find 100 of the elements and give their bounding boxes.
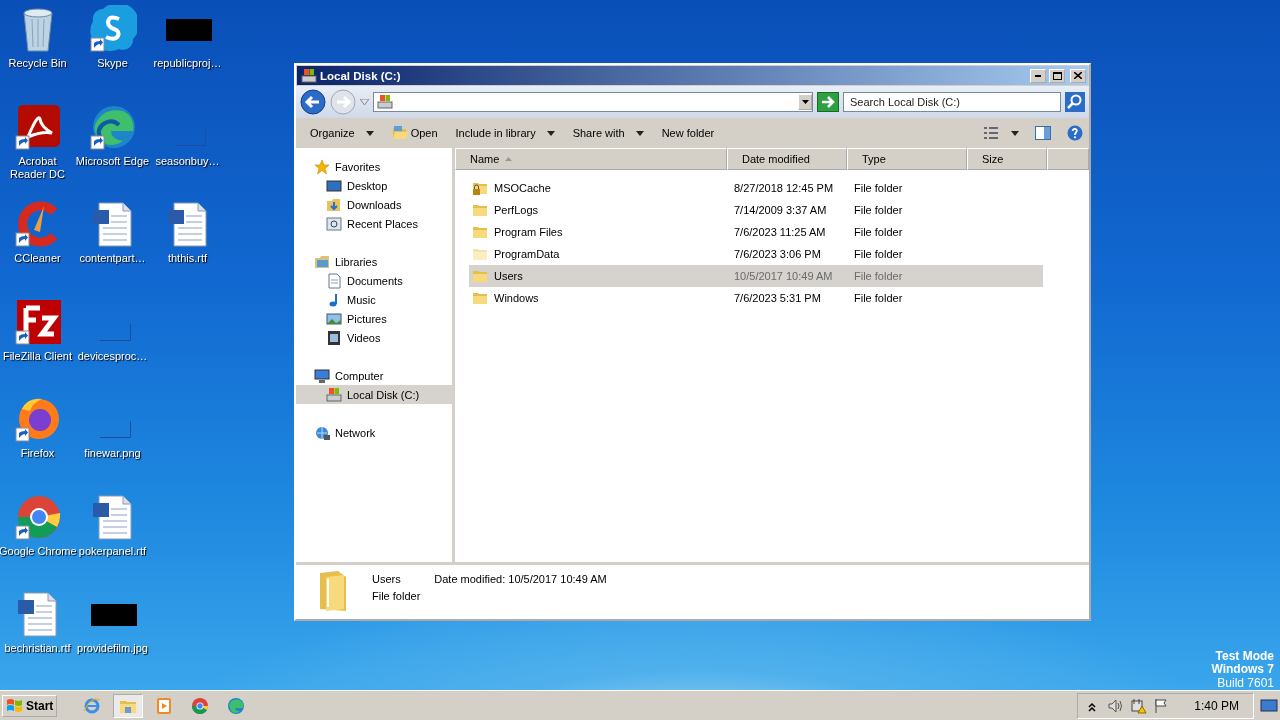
date-modified: 7/6/2023 5:31 PM [734, 292, 822, 304]
file-row[interactable]: MSOCache 8/27/2018 12:45 PM File folder [469, 177, 1043, 199]
nav-item[interactable]: Favorites [296, 157, 452, 176]
taskbar-app-button[interactable] [113, 693, 144, 718]
column-header[interactable]: Type [847, 148, 967, 170]
show-desktop-icon[interactable] [1260, 697, 1278, 714]
toolbar-button[interactable]: Organize [302, 124, 382, 142]
search-icon[interactable] [1065, 92, 1085, 112]
desktop-icon-label[interactable]: Firefox [20, 447, 55, 460]
windows-logo-icon [6, 697, 24, 714]
desktop-icon-label[interactable]: contentpart… [79, 252, 146, 265]
close-icon [1074, 72, 1082, 79]
selected-item-type: File folder [372, 590, 421, 602]
column-header[interactable]: Size [967, 148, 1047, 170]
chrome-icon [191, 696, 210, 715]
column-header[interactable]: Date modified [727, 148, 847, 170]
desktop-icon-label[interactable]: Recycle Bin [8, 57, 67, 70]
dropdown-caret-icon [365, 130, 374, 136]
system-watermark-text: Test Mode [1215, 649, 1274, 663]
nav-item[interactable]: Music [296, 290, 452, 309]
downloads-folder-icon [326, 196, 342, 213]
address-bar[interactable] [373, 92, 813, 112]
file-row[interactable]: Windows 7/6/2023 5:31 PM File folder [469, 287, 1043, 309]
desktop-icon-label[interactable]: Acrobat Reader DC [7, 154, 68, 181]
nav-item[interactable]: Downloads [296, 195, 452, 214]
desktop-icon-label[interactable]: devicesproc… [77, 349, 148, 363]
nav-item[interactable]: Recent Places [296, 214, 452, 233]
nav-item[interactable]: Desktop [296, 176, 452, 195]
desktop-icon-label[interactable]: finewar.png [84, 447, 141, 460]
desktop-icon-label[interactable]: FileZilla Client [2, 349, 73, 363]
sort-arrow-icon [505, 157, 513, 161]
desktop-icon-label[interactable]: seasonbuy… [155, 154, 220, 168]
date-modified: 7/6/2023 11:25 AM [734, 226, 827, 238]
file-name: Program Files [494, 226, 563, 238]
column-header[interactable]: Name [455, 148, 727, 170]
nav-item[interactable]: Computer [296, 366, 452, 385]
file-row[interactable]: Program Files 7/6/2023 11:25 AM File folder [469, 221, 1043, 243]
dropdown-caret-icon [546, 130, 555, 136]
drive-icon [326, 386, 342, 403]
toolbar-button[interactable]: Open [383, 122, 446, 144]
toolbar-button[interactable]: New folder [653, 124, 723, 142]
file-row[interactable]: ProgramData 7/6/2023 3:06 PM File folder [469, 243, 1043, 265]
file-type: File folder [854, 226, 904, 238]
folder-icon [472, 202, 488, 218]
preview-pane-icon[interactable] [1035, 126, 1051, 140]
desktop-icon-label[interactable]: republicproj… [153, 57, 222, 70]
videos-icon [326, 329, 342, 346]
minimize-button[interactable] [1030, 68, 1046, 83]
close-button[interactable] [1070, 68, 1086, 83]
library-icon [314, 253, 330, 270]
speaker-icon[interactable] [1107, 697, 1125, 714]
start-button[interactable]: Start [2, 694, 58, 717]
desktop-icon-label[interactable]: CCleaner [14, 252, 61, 265]
file-name: Users [494, 270, 523, 282]
date-modified: 7/14/2009 3:37 AM [734, 204, 828, 216]
file-row[interactable]: PerfLogs 7/14/2009 3:37 AM File folder [469, 199, 1043, 221]
drive-icon [301, 67, 317, 84]
clock[interactable]: 1:40 PM [1194, 698, 1239, 713]
dropdown-caret-icon[interactable] [1011, 130, 1019, 136]
dropdown-caret-icon [635, 130, 644, 136]
nav-item[interactable]: Network [296, 423, 452, 442]
open-folder-icon [391, 125, 408, 141]
edge-icon [227, 696, 246, 715]
history-caret-icon[interactable] [360, 99, 369, 105]
folder-icon [472, 268, 488, 284]
nav-item[interactable]: Local Disk (C:) [296, 385, 452, 404]
window-title: Local Disk (C:) [320, 69, 402, 82]
file-type: File folder [854, 182, 904, 194]
toolbar-button[interactable]: Include in library [447, 124, 563, 142]
date-modified: 10/5/2017 10:49 AM [734, 270, 834, 282]
date-modified: 8/27/2018 12:45 PM [734, 182, 835, 194]
nav-item[interactable]: Videos [296, 328, 452, 347]
desktop-icon [326, 177, 342, 194]
selected-item-date: Date modified: 10/5/2017 10:49 AM [434, 573, 607, 585]
pictures-icon [326, 310, 342, 327]
date-modified: 7/6/2023 3:06 PM [734, 248, 822, 260]
nav-item[interactable]: Documents [296, 271, 452, 290]
back-button[interactable] [300, 89, 326, 115]
network-warning-icon[interactable] [1130, 697, 1148, 714]
documents-icon [326, 272, 342, 289]
nav-item[interactable]: Libraries [296, 252, 452, 271]
file-type: File folder [854, 204, 904, 216]
toolbar-button[interactable]: Share with [564, 124, 652, 142]
help-icon[interactable] [1067, 125, 1083, 141]
nav-item[interactable]: Pictures [296, 309, 452, 328]
desktop-icon-label[interactable]: ththis.rtf [167, 252, 208, 265]
desktop-icon-label[interactable]: Skype [97, 57, 128, 70]
recent-places-icon [326, 215, 342, 232]
locked-folder-icon [472, 180, 488, 196]
maximize-button[interactable] [1049, 68, 1065, 83]
file-row[interactable]: Users 10/5/2017 10:49 AM File folder [469, 265, 1043, 287]
desktop-icon-label[interactable]: Microsoft Edge [75, 154, 150, 168]
folder-icon [472, 246, 488, 262]
maximize-icon [1052, 71, 1062, 80]
browser-icon [83, 696, 102, 715]
folder-icon [472, 224, 488, 240]
search-field[interactable]: Search Local Disk (C:) [843, 92, 1061, 112]
view-options-icon[interactable] [983, 126, 999, 140]
go-button[interactable] [817, 92, 839, 112]
folder-icon [472, 290, 488, 306]
